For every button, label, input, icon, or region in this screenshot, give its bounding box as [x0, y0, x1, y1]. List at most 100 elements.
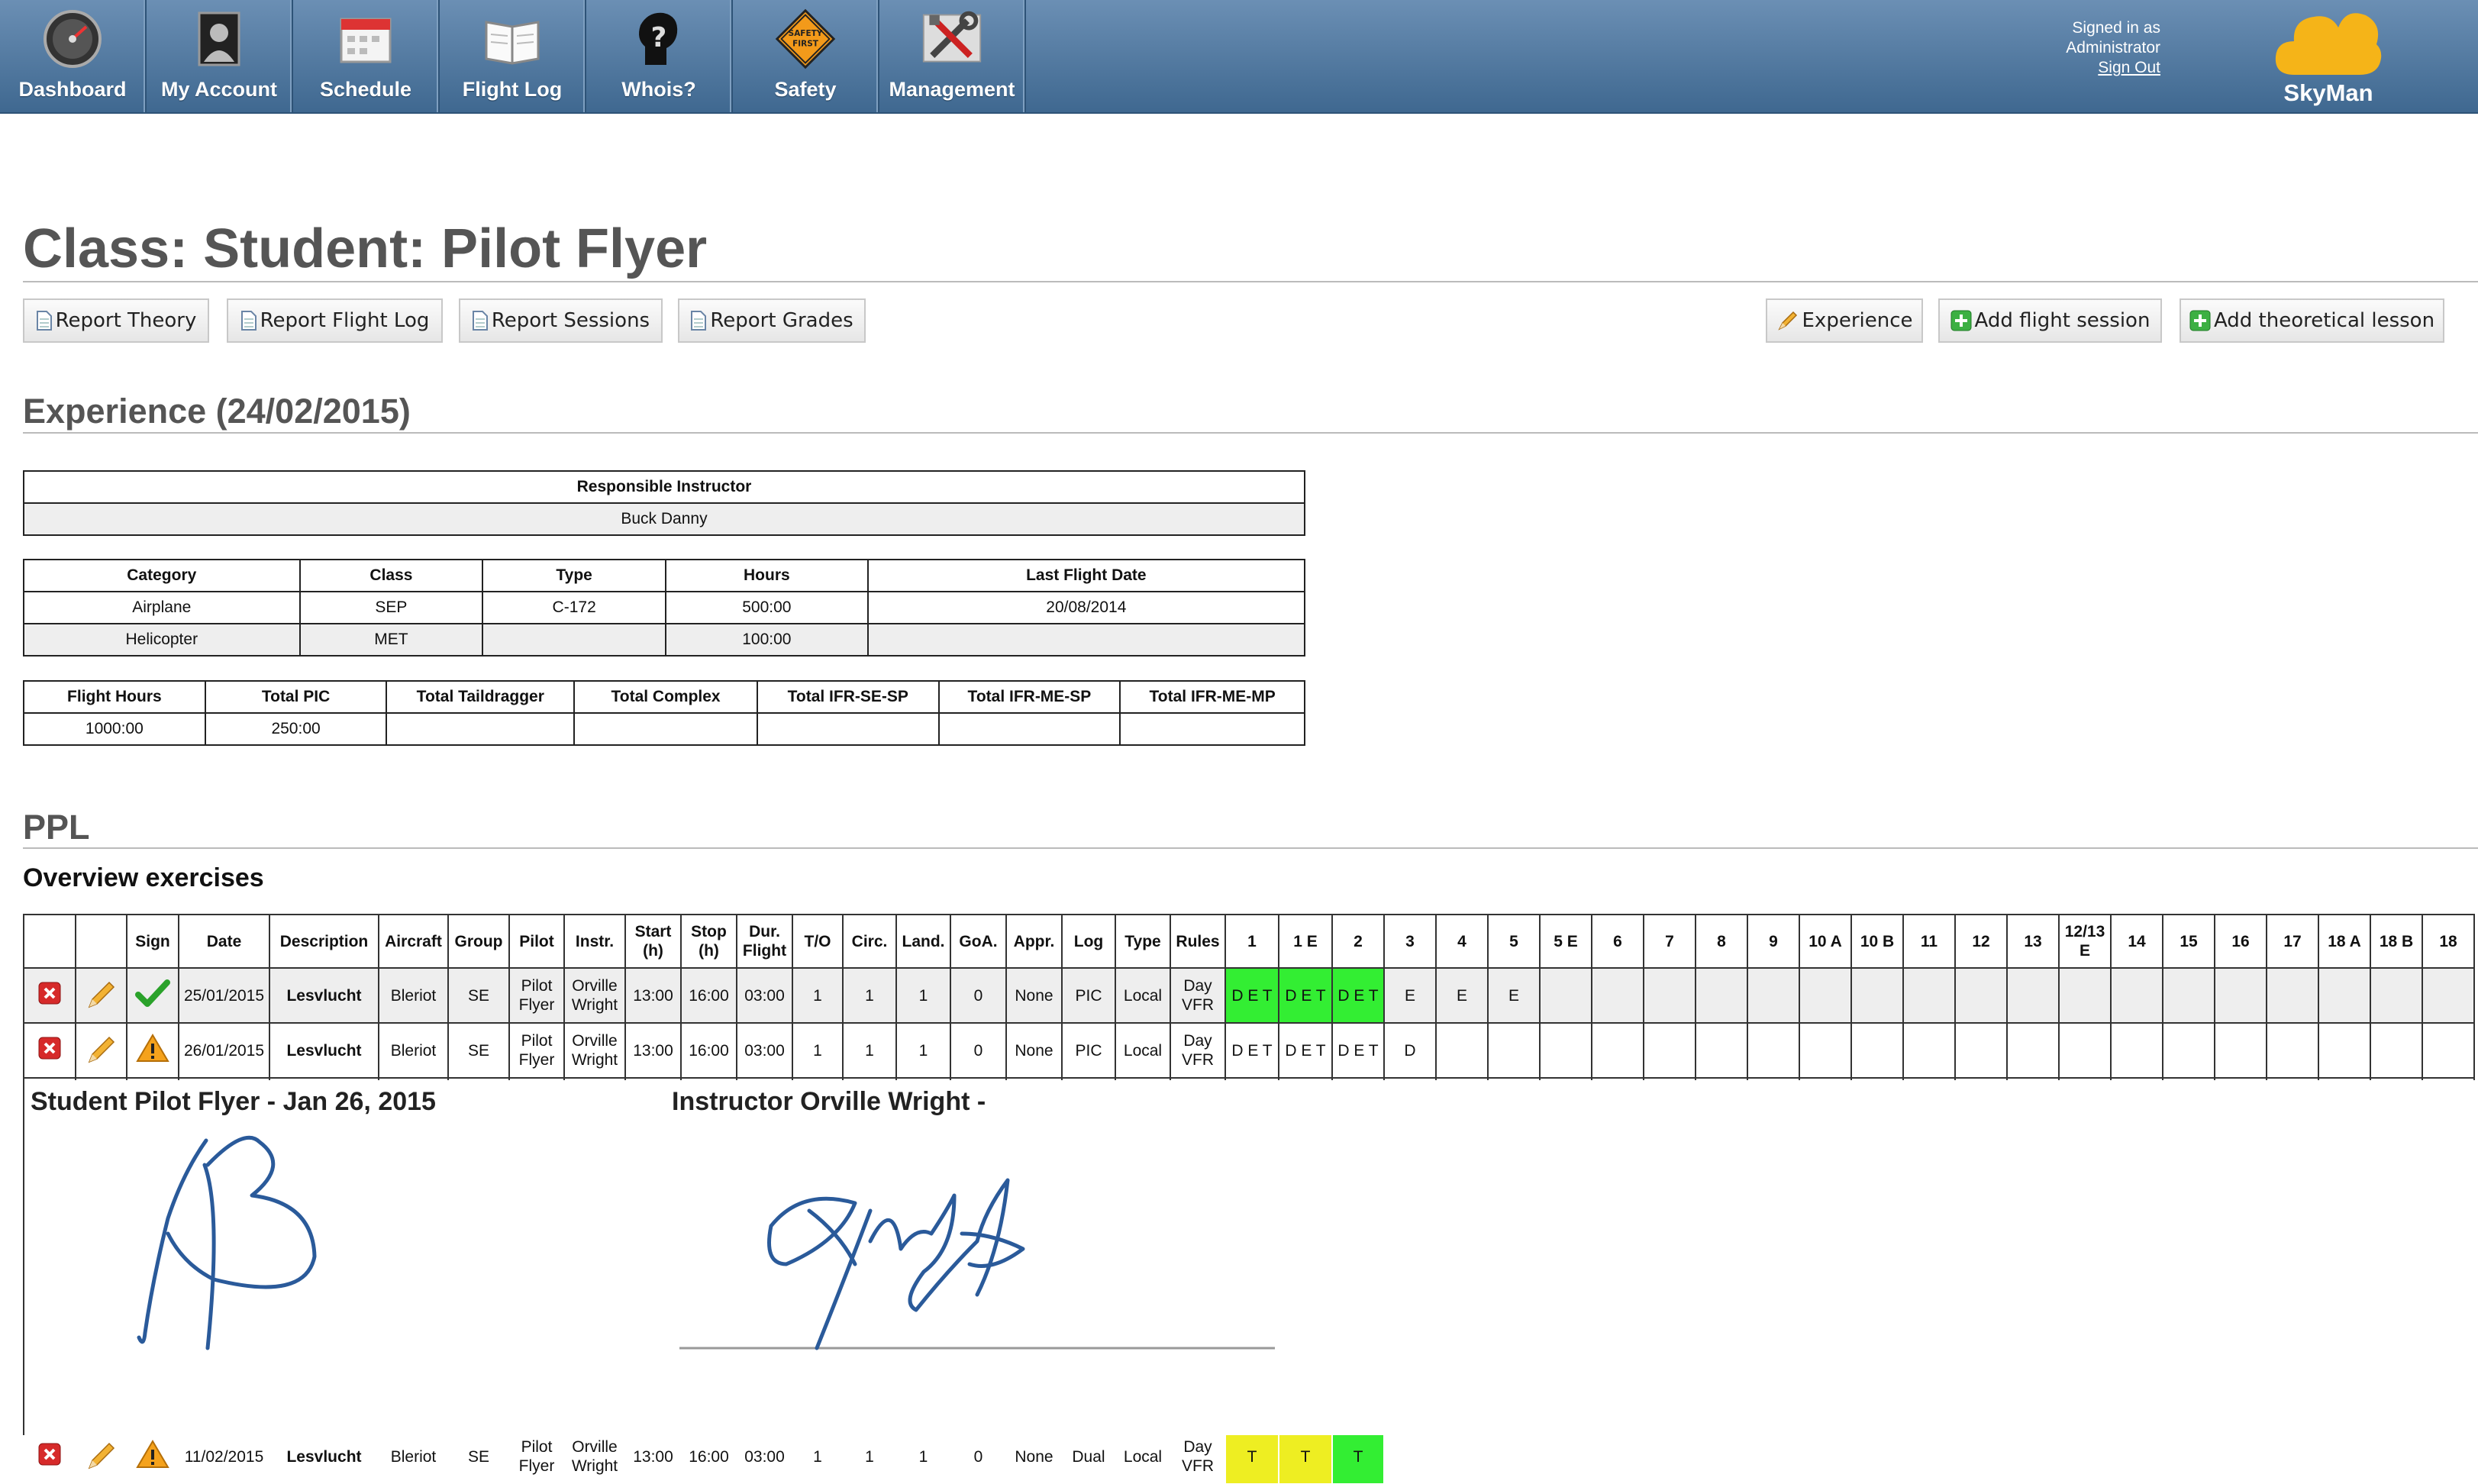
sign-status[interactable]: [126, 967, 179, 1024]
report-grades-button[interactable]: Report Grades: [678, 298, 866, 343]
skyman-logo[interactable]: SkyMan: [2271, 5, 2386, 111]
exercise-cell[interactable]: [2422, 1428, 2475, 1484]
sign-out-link[interactable]: Sign Out: [2031, 58, 2160, 78]
exercise-cell[interactable]: [1954, 1022, 2008, 1079]
exercise-cell[interactable]: [1902, 967, 1956, 1024]
report-theory-button[interactable]: Report Theory: [23, 298, 209, 343]
exercise-cell[interactable]: [1695, 1428, 1748, 1484]
exercise-cell[interactable]: [1487, 1022, 1541, 1079]
exercise-cell[interactable]: [2058, 1428, 2112, 1484]
exercise-cell[interactable]: [1799, 1428, 1852, 1484]
sign-status[interactable]: [126, 1022, 179, 1079]
exercise-cell[interactable]: [1695, 967, 1748, 1024]
exercise-cell[interactable]: [2422, 967, 2475, 1024]
exercise-cell[interactable]: [1850, 967, 1904, 1024]
exercise-cell[interactable]: D E T: [1331, 1022, 1385, 1079]
add-theoretical-lesson-button[interactable]: Add theoretical lesson: [2180, 298, 2444, 343]
exercise-cell[interactable]: [2006, 1022, 2060, 1079]
nav-flight-log[interactable]: Flight Log: [440, 0, 586, 112]
table-cell: 03:00: [736, 1428, 793, 1484]
exercise-cell[interactable]: [1487, 1428, 1541, 1484]
exercise-cell[interactable]: D E T: [1331, 967, 1385, 1024]
document-icon: [240, 310, 257, 331]
exercise-cell[interactable]: D E T: [1278, 1022, 1333, 1079]
exercise-cell[interactable]: [1850, 1428, 1904, 1484]
exercise-cell[interactable]: [1695, 1022, 1748, 1079]
exercise-cell[interactable]: [1747, 967, 1800, 1024]
exercise-cell[interactable]: [1435, 1428, 1489, 1484]
exercise-cell[interactable]: [2162, 1022, 2215, 1079]
exercise-cell[interactable]: D: [1383, 1022, 1437, 1079]
exercise-cell[interactable]: [1643, 967, 1696, 1024]
exercise-cell[interactable]: [1850, 1022, 1904, 1079]
exercise-cell[interactable]: [1954, 967, 2008, 1024]
exercise-cell[interactable]: [2058, 967, 2112, 1024]
exercise-cell[interactable]: T: [1224, 1428, 1279, 1484]
exercise-cell[interactable]: [1539, 1428, 1592, 1484]
exercise-cell[interactable]: E: [1383, 967, 1437, 1024]
report-sessions-button[interactable]: Report Sessions: [459, 298, 663, 343]
exercise-cell[interactable]: [2214, 1428, 2267, 1484]
exercise-cell[interactable]: [2370, 1428, 2423, 1484]
exercise-cell[interactable]: [1747, 1428, 1800, 1484]
edit-button[interactable]: [75, 1022, 127, 1079]
exercise-cell[interactable]: D E T: [1224, 1022, 1279, 1079]
table-cell: Day VFR: [1170, 967, 1226, 1024]
exercise-cell[interactable]: [1902, 1022, 1956, 1079]
exercise-cell[interactable]: [1902, 1428, 1956, 1484]
exercise-cell[interactable]: [2318, 1428, 2371, 1484]
exercise-cell[interactable]: [2266, 1428, 2319, 1484]
delete-button[interactable]: [23, 1022, 76, 1079]
edit-button[interactable]: [75, 1428, 127, 1484]
exercise-cell[interactable]: [1799, 1022, 1852, 1079]
exercise-cell[interactable]: [1435, 1022, 1489, 1079]
edit-button[interactable]: [75, 967, 127, 1024]
exercise-cell[interactable]: [1643, 1428, 1696, 1484]
exercise-cell[interactable]: [2318, 967, 2371, 1024]
exercise-cell[interactable]: [1539, 1022, 1592, 1079]
exercise-cell[interactable]: [2006, 967, 2060, 1024]
exercise-cell[interactable]: [2110, 967, 2163, 1024]
nav-management[interactable]: Management: [879, 0, 1026, 112]
exercise-cell[interactable]: T: [1278, 1428, 1333, 1484]
nav-schedule[interactable]: Schedule: [293, 0, 440, 112]
nav-whois[interactable]: ? Whois?: [586, 0, 733, 112]
exercise-cell[interactable]: [2422, 1022, 2475, 1079]
exercise-cell[interactable]: [2110, 1428, 2163, 1484]
delete-button[interactable]: [23, 1428, 76, 1484]
exercise-cell[interactable]: T: [1331, 1428, 1385, 1484]
exercise-cell[interactable]: [2162, 967, 2215, 1024]
exercise-cell[interactable]: [2006, 1428, 2060, 1484]
exercise-cell[interactable]: [1954, 1428, 2008, 1484]
exercise-cell[interactable]: [2370, 1022, 2423, 1079]
delete-button[interactable]: [23, 967, 76, 1024]
exercise-cell[interactable]: [1591, 967, 1644, 1024]
exercise-cell[interactable]: E: [1435, 967, 1489, 1024]
sign-status[interactable]: [126, 1428, 179, 1484]
exercise-cell[interactable]: [1383, 1428, 1437, 1484]
exercise-cell[interactable]: [2266, 1022, 2319, 1079]
nav-safety[interactable]: SAFETY FIRST Safety: [733, 0, 879, 112]
exercise-cell[interactable]: [2266, 967, 2319, 1024]
exercise-cell[interactable]: E: [1487, 967, 1541, 1024]
exercise-cell[interactable]: D E T: [1278, 967, 1333, 1024]
exercise-cell[interactable]: [2318, 1022, 2371, 1079]
exercise-cell[interactable]: [2214, 967, 2267, 1024]
exercise-cell[interactable]: [1643, 1022, 1696, 1079]
exercise-cell[interactable]: [1591, 1022, 1644, 1079]
exercise-cell[interactable]: [2058, 1022, 2112, 1079]
exercise-cell[interactable]: D E T: [1224, 967, 1279, 1024]
report-flight-log-button[interactable]: Report Flight Log: [227, 298, 443, 343]
exercise-cell[interactable]: [2370, 967, 2423, 1024]
nav-my-account[interactable]: My Account: [147, 0, 293, 112]
nav-dashboard[interactable]: Dashboard: [0, 0, 147, 112]
exercise-cell[interactable]: [2110, 1022, 2163, 1079]
exercise-cell[interactable]: [2162, 1428, 2215, 1484]
exercise-cell[interactable]: [1799, 967, 1852, 1024]
add-flight-session-button[interactable]: Add flight session: [1938, 298, 2162, 343]
exercise-cell[interactable]: [1591, 1428, 1644, 1484]
exercise-cell[interactable]: [1539, 967, 1592, 1024]
experience-button[interactable]: Experience: [1766, 298, 1923, 343]
exercise-cell[interactable]: [2214, 1022, 2267, 1079]
exercise-cell[interactable]: [1747, 1022, 1800, 1079]
